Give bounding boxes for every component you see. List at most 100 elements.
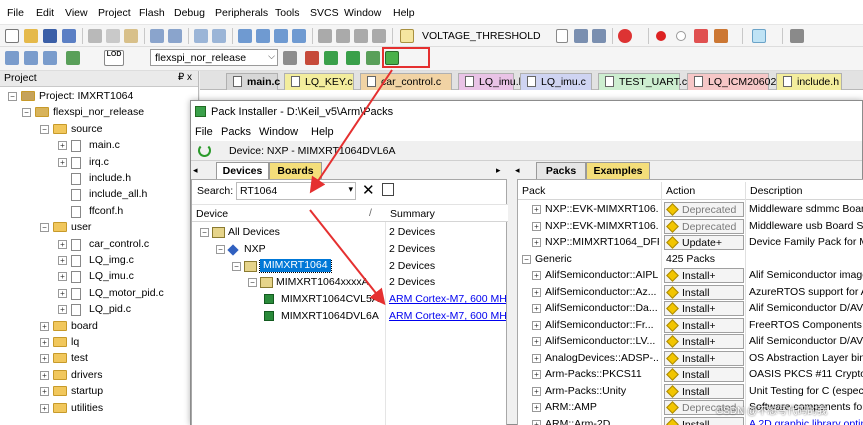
nav-back-icon[interactable] xyxy=(194,29,208,43)
kill-breakpoints-icon[interactable] xyxy=(694,29,708,43)
tools-wrench-icon[interactable] xyxy=(790,29,804,43)
redo-icon[interactable] xyxy=(168,29,182,43)
col-summary[interactable]: Summary xyxy=(390,208,435,220)
expand-icon[interactable]: + xyxy=(58,288,67,298)
search-dropdown-icon[interactable] xyxy=(556,29,568,43)
pack-row[interactable]: + ARM::Arm-2D Install A 2D graphic library … xyxy=(518,416,863,425)
prev-bookmark-icon[interactable] xyxy=(256,29,270,43)
menu-view[interactable]: View xyxy=(65,7,88,19)
pack-action-button[interactable]: Install+ xyxy=(664,350,744,366)
menu-help[interactable]: Help xyxy=(393,7,415,19)
pack-row[interactable]: + Arm-Packs::PKCS11 Install OASIS PKCS #11 … xyxy=(518,367,863,383)
tree-item[interactable]: − Project: IMXRT1064 xyxy=(0,89,198,105)
pack-row[interactable]: + AnalogDevices::ADSP-... Install+ OS Abstr… xyxy=(518,350,863,367)
dialog-menu-window[interactable]: Window xyxy=(259,126,298,138)
pack-row[interactable]: + NXP::MIMXRT1064_DFP Update+ Device Family… xyxy=(518,235,863,251)
scroll-left-icon[interactable]: ◂ xyxy=(515,165,520,176)
tree-item[interactable]: + drivers xyxy=(0,368,198,384)
search-input[interactable]: RT1064 ▾ xyxy=(236,182,356,200)
bookmark-icon[interactable] xyxy=(238,29,252,43)
tree-item[interactable]: +include_all.h xyxy=(0,187,198,203)
target-options-icon[interactable] xyxy=(283,51,297,65)
tree-item[interactable]: + LQ_img.c xyxy=(0,253,198,269)
pack-row[interactable]: + AlifSemiconductor::AIPL Install+ Alif Sem… xyxy=(518,268,863,284)
pack-row[interactable]: + AlifSemiconductor::Az... Install AzureRTO… xyxy=(518,284,863,301)
expand-icon[interactable]: + xyxy=(58,157,67,167)
collapse-all-icon[interactable] xyxy=(382,183,394,196)
pack-row[interactable]: + NXP::EVK-MIMXRT106... Deprecated Middlewa… xyxy=(518,218,863,235)
tree-item[interactable]: + utilities xyxy=(0,401,198,417)
tab-packs[interactable]: Packs xyxy=(536,162,586,179)
copy-icon[interactable] xyxy=(106,29,120,43)
expand-icon[interactable]: + xyxy=(40,403,49,413)
scroll-left-icon[interactable]: ◂ xyxy=(193,165,198,176)
build-target-select[interactable]: flexspi_nor_release ⌵ xyxy=(150,49,278,66)
pack-action-button[interactable]: Install+ xyxy=(664,268,744,283)
uncomment-icon[interactable] xyxy=(372,29,386,43)
save-all-icon[interactable] xyxy=(62,29,76,43)
diamond-green-icon[interactable] xyxy=(366,51,380,65)
find-in-files-icon[interactable] xyxy=(400,29,414,43)
expand-icon[interactable]: + xyxy=(532,386,541,396)
device-row[interactable]: − MIMXRT1064xxxxA 2 Devices xyxy=(192,275,506,291)
next-bookmark-icon[interactable] xyxy=(274,29,288,43)
editor-area[interactable] xyxy=(200,90,863,100)
editor-tab[interactable]: car_control.c xyxy=(360,73,452,90)
refresh-icon[interactable] xyxy=(198,144,211,157)
editor-tab[interactable]: main.c xyxy=(226,73,280,90)
pack-action-button[interactable]: Install xyxy=(664,284,744,300)
expand-icon[interactable]: + xyxy=(532,221,541,231)
scroll-right-icon[interactable]: ▸ xyxy=(496,165,501,176)
editor-tab[interactable]: LQ_imu.h xyxy=(458,73,525,90)
expand-icon[interactable]: + xyxy=(532,320,541,330)
expand-icon[interactable]: + xyxy=(40,387,49,397)
editor-tab[interactable]: LQ_KEY.c xyxy=(284,73,354,90)
editor-tab[interactable]: include.h xyxy=(776,73,842,90)
tree-item[interactable]: + irq.c xyxy=(0,155,198,171)
breakpoint-icon[interactable] xyxy=(656,31,666,41)
unindent-icon[interactable] xyxy=(336,29,350,43)
expand-icon[interactable]: + xyxy=(532,271,541,280)
device-summary[interactable]: ARM Cortex-M7, 600 MHz xyxy=(389,310,506,322)
expand-icon[interactable]: + xyxy=(532,370,541,379)
tab-devices[interactable]: Devices xyxy=(216,162,269,179)
cut-icon[interactable] xyxy=(88,29,102,43)
collapse-icon[interactable]: − xyxy=(216,244,225,254)
rebuild-icon[interactable] xyxy=(43,51,57,65)
pack-row[interactable]: + AlifSemiconductor::Da... Install+ Alif Se… xyxy=(518,301,863,317)
dialog-menu-file[interactable]: File xyxy=(195,126,213,138)
pack-action-button[interactable]: Install xyxy=(664,416,744,425)
tree-item[interactable]: − flexspi_nor_release xyxy=(0,105,198,121)
tree-item[interactable]: + lq xyxy=(0,335,198,351)
expand-icon[interactable]: + xyxy=(40,354,49,364)
expand-icon[interactable]: + xyxy=(40,338,49,347)
save-icon[interactable] xyxy=(43,29,57,43)
menu-debug[interactable]: Debug xyxy=(174,7,205,19)
expand-icon[interactable]: + xyxy=(532,337,541,346)
tree-item[interactable]: + main.c xyxy=(0,138,198,154)
expand-icon[interactable]: + xyxy=(532,238,541,247)
menu-flash[interactable]: Flash xyxy=(139,7,165,19)
tree-item[interactable]: + startup xyxy=(0,384,198,400)
expand-icon[interactable]: + xyxy=(58,272,67,282)
manage-project-icon[interactable] xyxy=(305,51,319,65)
expand-icon[interactable]: + xyxy=(532,403,541,412)
col-description[interactable]: Description xyxy=(750,185,803,197)
tree-item[interactable]: + LQ_imu.c xyxy=(0,269,198,285)
tree-item[interactable]: + board xyxy=(0,319,198,335)
download-lod-icon[interactable]: LOD xyxy=(104,50,124,66)
device-row[interactable]: MIMXRT1064DVL6A ARM Cortex-M7, 600 MHz xyxy=(192,309,506,325)
pack-action-button[interactable]: Update+ xyxy=(664,235,744,250)
menu-window[interactable]: Window xyxy=(344,7,381,19)
tree-item[interactable]: − source xyxy=(0,122,198,138)
device-row[interactable]: MIMXRT1064CVL5A ARM Cortex-M7, 600 MHz xyxy=(192,292,506,308)
manage-rte-icon[interactable] xyxy=(346,51,360,65)
disable-breakpoint-icon[interactable] xyxy=(676,31,686,41)
window-layout-icon[interactable] xyxy=(752,29,766,43)
pack-action-button[interactable]: Install+ xyxy=(664,317,744,333)
collapse-icon[interactable]: − xyxy=(22,108,31,118)
expand-icon[interactable]: + xyxy=(40,321,49,331)
menu-edit[interactable]: Edit xyxy=(36,7,54,19)
collapse-icon[interactable]: − xyxy=(522,254,531,264)
pack-action-button[interactable]: Install xyxy=(664,383,744,399)
